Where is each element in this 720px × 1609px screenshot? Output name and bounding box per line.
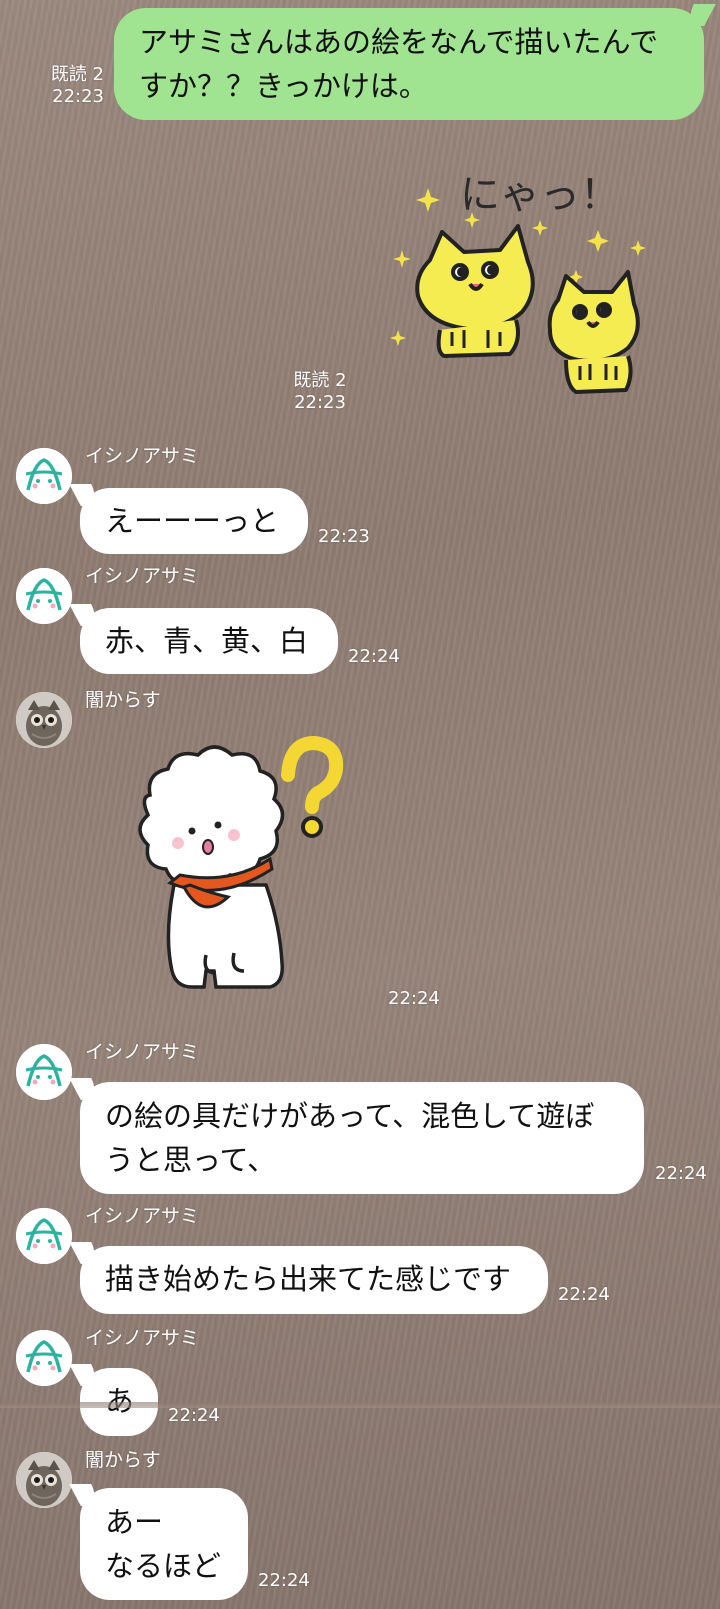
bubble-tail	[69, 1078, 103, 1100]
message-text: アサミさんはあの絵をなんで描いたんで すか？？きっかけは。	[139, 25, 659, 103]
message-text: あ	[105, 1384, 135, 1418]
message-text: 描き始めたら出来てた感じです	[105, 1262, 512, 1296]
fluffy-dog-question-sticker[interactable]	[110, 735, 350, 1015]
message-time: 22:24	[348, 646, 400, 667]
message-text: あー なるほど	[105, 1505, 222, 1583]
asami-avatar-icon[interactable]	[16, 568, 72, 624]
read-receipt: 既読 2	[50, 64, 104, 85]
sender-name: イシノアサミ	[85, 445, 200, 467]
bubble-tail	[69, 1242, 103, 1264]
yellow-cats-sticker[interactable]: にゃっ！	[390, 160, 680, 410]
incoming-message-bubble[interactable]: えーーーっと	[69, 484, 308, 554]
incoming-message-bubble[interactable]: あー なるほど	[69, 1484, 248, 1600]
asami-avatar-icon[interactable]	[16, 1044, 72, 1100]
message-time: 22:24	[168, 1405, 220, 1426]
background-divider	[0, 1402, 720, 1408]
asami-avatar-icon[interactable]	[16, 448, 72, 504]
sender-name: イシノアサミ	[85, 1041, 200, 1063]
message-text: えーーーっと	[105, 504, 280, 538]
message-time: 22:24	[258, 1570, 310, 1591]
message-meta: 既読 2 22:23	[40, 64, 104, 108]
message-time: 22:23	[318, 526, 370, 547]
sender-name: イシノアサミ	[85, 1205, 200, 1227]
bubble-tail	[69, 484, 103, 506]
sender-name: 闇からす	[85, 689, 161, 711]
message-time: 22:24	[655, 1163, 707, 1184]
bubble-tail	[69, 604, 103, 626]
message-text: の絵の具だけがあって、混色して遊ぼ うと思って、	[105, 1099, 595, 1177]
sender-name: 闇からす	[85, 1449, 161, 1471]
bubble-tail	[69, 1364, 103, 1386]
owl-avatar-icon[interactable]	[16, 692, 72, 748]
bubble-tail	[682, 4, 716, 26]
incoming-message-bubble[interactable]: の絵の具だけがあって、混色して遊ぼ うと思って、	[69, 1078, 644, 1194]
message-meta: 既読 2 22:23	[270, 370, 370, 414]
sender-name: イシノアサミ	[85, 565, 200, 587]
owl-avatar-icon[interactable]	[16, 1452, 72, 1508]
message-text: 赤、青、黄、白	[105, 624, 309, 658]
sticker-caption: にゃっ！	[460, 172, 620, 218]
asami-avatar-icon[interactable]	[16, 1330, 72, 1386]
sender-name: イシノアサミ	[85, 1327, 200, 1349]
asami-avatar-icon[interactable]	[16, 1208, 72, 1264]
incoming-message-bubble[interactable]: 赤、青、黄、白	[69, 604, 338, 674]
message-time: 22:23	[294, 392, 346, 413]
read-receipt: 既読 2	[293, 370, 347, 391]
message-time: 22:23	[52, 86, 104, 107]
message-time: 22:24	[558, 1284, 610, 1305]
chat-message-list[interactable]: 既読 2 22:23 アサミさんはあの絵をなんで描いたんで すか？？きっかけは。…	[0, 0, 720, 1609]
incoming-message-bubble[interactable]: 描き始めたら出来てた感じです	[69, 1242, 548, 1314]
bubble-tail	[69, 1484, 103, 1506]
message-time: 22:24	[388, 988, 440, 1009]
outgoing-message-bubble[interactable]: アサミさんはあの絵をなんで描いたんで すか？？きっかけは。	[114, 4, 716, 120]
